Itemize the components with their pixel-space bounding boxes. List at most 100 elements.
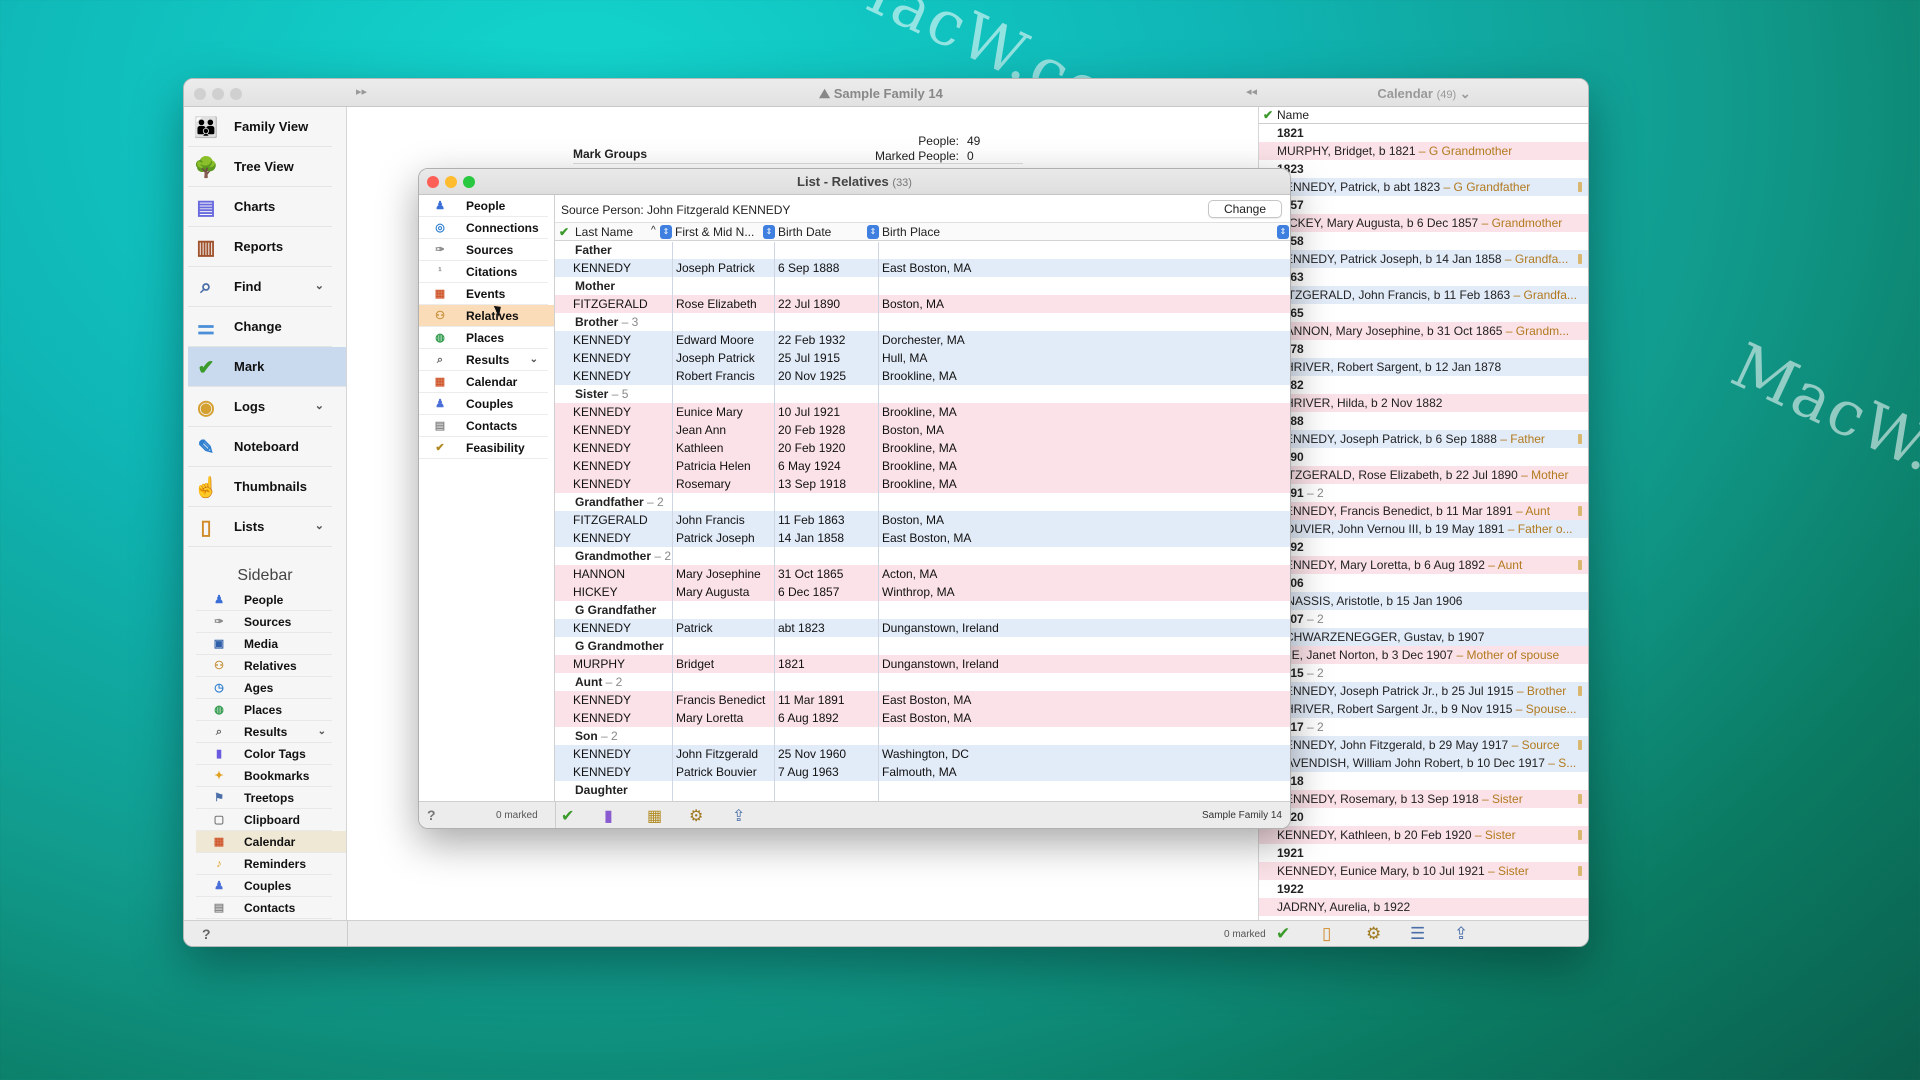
calendar-year-header[interactable]: 1888: [1259, 412, 1588, 430]
calendar-year-header[interactable]: 1920: [1259, 808, 1588, 826]
group-header[interactable]: Brother – 3: [555, 313, 1290, 331]
sort-ascending-icon[interactable]: ^: [651, 225, 656, 236]
list-nav-events[interactable]: ▦ Events: [419, 283, 548, 305]
calendar-entry[interactable]: KENNEDY, Patrick Joseph, b 14 Jan 1858 –…: [1259, 250, 1588, 268]
group-header[interactable]: Aunt – 2: [555, 673, 1290, 691]
table-row[interactable]: KENNEDY Jean Ann 20 Feb 1928 Boston, MA: [555, 421, 1290, 439]
calendar-entry[interactable]: FITZGERALD, John Francis, b 11 Feb 1863 …: [1259, 286, 1588, 304]
calendar-entry[interactable]: SHRIVER, Robert Sargent, b 12 Jan 1878: [1259, 358, 1588, 376]
calendar-entry[interactable]: ONASSIS, Aristotle, b 15 Jan 1906: [1259, 592, 1588, 610]
check-icon[interactable]: ✔: [1276, 924, 1290, 944]
book-icon[interactable]: ▯: [1322, 924, 1331, 944]
chevron-down-icon[interactable]: ⌄: [315, 279, 324, 292]
list-nav-contacts[interactable]: ▤ Contacts: [419, 415, 548, 437]
calendar-year-header[interactable]: 1863: [1259, 268, 1588, 286]
calendar-year-header[interactable]: 1921: [1259, 844, 1588, 862]
calendar-entry[interactable]: JADRNY, Aurelia, b 1922: [1259, 898, 1588, 916]
calendar-entry[interactable]: BOUVIER, John Vernou III, b 19 May 1891 …: [1259, 520, 1588, 538]
check-icon[interactable]: ✔: [561, 806, 574, 826]
list-nav-feasibility[interactable]: ✔ Feasibility: [419, 437, 548, 459]
table-row[interactable]: KENNEDY Joseph Patrick 25 Jul 1915 Hull, MA: [555, 349, 1290, 367]
calendar-entry[interactable]: KENNEDY, Eunice Mary, b 10 Jul 1921 – Si…: [1259, 862, 1588, 880]
calendar-year-header[interactable]: 1865: [1259, 304, 1588, 322]
sidebar-item-reminders[interactable]: ♪ Reminders: [196, 853, 332, 875]
calendar-year-header[interactable]: 1917 – 2: [1259, 718, 1588, 736]
share-icon[interactable]: ⇪: [732, 806, 745, 826]
sidebar-item-people[interactable]: ♟ People: [196, 589, 332, 611]
sidebar-item-relatives[interactable]: ⚇ Relatives: [196, 655, 332, 677]
calendar-year-header[interactable]: 1823: [1259, 160, 1588, 178]
table-row[interactable]: KENNEDY Patrick Joseph 14 Jan 1858 East Bos…: [555, 529, 1290, 547]
nav-logs[interactable]: ◉ Logs ⌄: [188, 387, 332, 427]
calendar-year-header[interactable]: 1918: [1259, 772, 1588, 790]
gear-icon[interactable]: ⚙: [689, 806, 703, 826]
nav-mark[interactable]: ✔ Mark: [188, 347, 346, 387]
group-header[interactable]: G Grandfather: [555, 601, 1290, 619]
close-button[interactable]: [194, 88, 206, 100]
sidebar-item-treetops[interactable]: ⚑ Treetops: [196, 787, 332, 809]
table-row[interactable]: KENNEDY Rosemary 13 Sep 1918 Brookline, MA: [555, 475, 1290, 493]
calendar-entry[interactable]: SHRIVER, Robert Sargent Jr., b 9 Nov 191…: [1259, 700, 1588, 718]
minimize-button[interactable]: [212, 88, 224, 100]
calendar-entry[interactable]: LEE, Janet Norton, b 3 Dec 1907 – Mother…: [1259, 646, 1588, 664]
column-menu-icon[interactable]: ⇕: [763, 225, 775, 239]
column-menu-icon[interactable]: ⇕: [1277, 225, 1289, 239]
nav-change[interactable]: ⚌ Change: [188, 307, 332, 347]
nav-family-view[interactable]: 👪 Family View: [188, 107, 332, 147]
collapse-panel-icon[interactable]: ◂◂: [1246, 85, 1257, 98]
sidebar-item-color-tags[interactable]: ▮ Color Tags: [196, 743, 332, 765]
table-row[interactable]: KENNEDY Eunice Mary 10 Jul 1921 Brookline, …: [555, 403, 1290, 421]
column-birth-place[interactable]: Birth Place: [882, 225, 940, 239]
calendar-year-header[interactable]: 1890: [1259, 448, 1588, 466]
sidebar-item-clipboard[interactable]: ▢ Clipboard: [196, 809, 332, 831]
change-button[interactable]: Change: [1208, 200, 1282, 218]
table-row[interactable]: KENNEDY Patrick abt 1823 Dunganstown, Irela…: [555, 619, 1290, 637]
list-nav-relatives[interactable]: ⚇ Relatives: [419, 305, 554, 327]
table-row[interactable]: FITZGERALD Rose Elizabeth 22 Jul 1890 Bosto…: [555, 295, 1290, 313]
help-icon[interactable]: ?: [427, 807, 436, 823]
table-row[interactable]: KENNEDY Robert Francis 20 Nov 1925 Brooklin…: [555, 367, 1290, 385]
calendar-entry[interactable]: KENNEDY, Mary Loretta, b 6 Aug 1892 – Au…: [1259, 556, 1588, 574]
calendar-entry[interactable]: KENNEDY, Patrick, b abt 1823 – G Grandfa…: [1259, 178, 1588, 196]
nav-charts[interactable]: ▤ Charts: [188, 187, 332, 227]
nav-tree-view[interactable]: 🌳 Tree View: [188, 147, 332, 187]
group-header[interactable]: Daughter: [555, 781, 1290, 799]
sidebar-item-bookmarks[interactable]: ✦ Bookmarks: [196, 765, 332, 787]
column-first-name[interactable]: First & Mid N...: [675, 225, 754, 239]
column-birth-date[interactable]: Birth Date: [778, 225, 831, 239]
calendar-entry[interactable]: HICKEY, Mary Augusta, b 6 Dec 1857 – Gra…: [1259, 214, 1588, 232]
calendar-entry[interactable]: FITZGERALD, Rose Elizabeth, b 22 Jul 189…: [1259, 466, 1588, 484]
calendar-entry[interactable]: CAVENDISH, William John Robert, b 10 Dec…: [1259, 754, 1588, 772]
table-row[interactable]: KENNEDY Mary Loretta 6 Aug 1892 East Boston…: [555, 709, 1290, 727]
calendar-entry[interactable]: KENNEDY, Joseph Patrick Jr., b 25 Jul 19…: [1259, 682, 1588, 700]
list-nav-couples[interactable]: ♟ Couples: [419, 393, 548, 415]
calendar-year-header[interactable]: 1922: [1259, 880, 1588, 898]
calendar-entry[interactable]: KENNEDY, Rosemary, b 13 Sep 1918 – Siste…: [1259, 790, 1588, 808]
table-row[interactable]: KENNEDY John Fitzgerald 25 Nov 1960 Washing…: [555, 745, 1290, 763]
column-menu-icon[interactable]: ⇕: [660, 225, 672, 239]
group-header[interactable]: Son – 2: [555, 727, 1290, 745]
list-nav-places[interactable]: ◍ Places: [419, 327, 548, 349]
expand-sidebar-icon[interactable]: ▸▸: [356, 85, 367, 98]
sidebar-item-contacts[interactable]: ▤ Contacts: [196, 897, 332, 919]
table-row[interactable]: KENNEDY Patrick Bouvier 7 Aug 1963 Falmouth…: [555, 763, 1290, 781]
nav-reports[interactable]: ▥ Reports: [188, 227, 332, 267]
list-nav-people[interactable]: ♟ People: [419, 195, 548, 217]
chevron-down-icon[interactable]: ⌄: [315, 399, 324, 412]
sidebar-item-media[interactable]: ▣ Media: [196, 633, 332, 655]
table-row[interactable]: KENNEDY Francis Benedict 11 Mar 1891 East B…: [555, 691, 1290, 709]
calendar-year-header[interactable]: 1882: [1259, 376, 1588, 394]
calendar-entry[interactable]: SHRIVER, Hilda, b 2 Nov 1882: [1259, 394, 1588, 412]
calendar-panel-title[interactable]: Calendar (49) ⌄: [1259, 86, 1588, 102]
sidebar-item-calendar[interactable]: ▦ Calendar: [196, 831, 346, 853]
list-nav-calendar[interactable]: ▦ Calendar: [419, 371, 548, 393]
share-icon[interactable]: ⇪: [1454, 924, 1468, 944]
sidebar-item-couples[interactable]: ♟ Couples: [196, 875, 332, 897]
calendar-year-header[interactable]: 1821: [1259, 124, 1588, 142]
calendar-entry[interactable]: KENNEDY, John Fitzgerald, b 29 May 1917 …: [1259, 736, 1588, 754]
group-header[interactable]: Father: [555, 241, 1290, 259]
table-row[interactable]: MURPHY Bridget 1821 Dunganstown, Ireland: [555, 655, 1290, 673]
calendar-year-header[interactable]: 1891 – 2: [1259, 484, 1588, 502]
calendar-year-header[interactable]: 1906: [1259, 574, 1588, 592]
calendar-entry[interactable]: SCHWARZENEGGER, Gustav, b 1907: [1259, 628, 1588, 646]
